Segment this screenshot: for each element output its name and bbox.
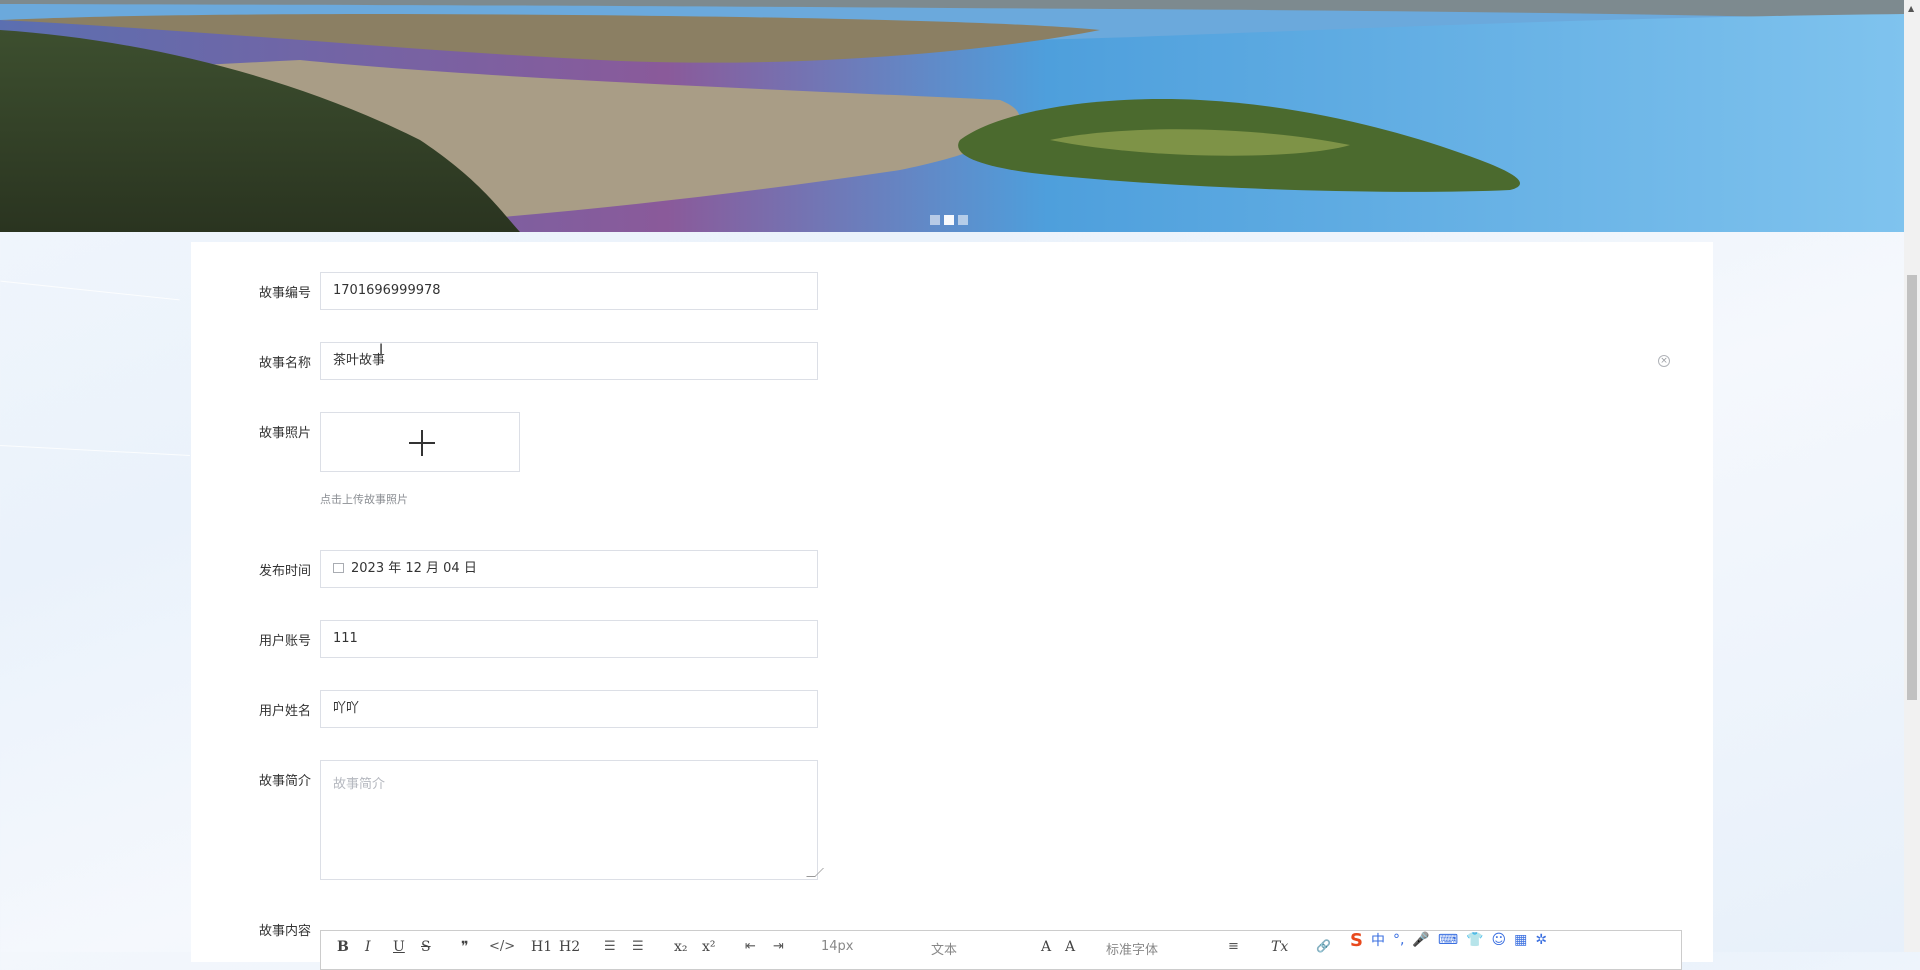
story-intro-textarea[interactable]: 故事简介: [320, 760, 824, 880]
quote-button[interactable]: ❞: [461, 939, 469, 955]
settings-icon[interactable]: ✲: [1535, 932, 1547, 948]
text-color-button[interactable]: A: [1041, 939, 1051, 955]
emoji-icon[interactable]: ☺: [1492, 932, 1507, 948]
user-account-input[interactable]: 111: [320, 620, 818, 658]
text-cursor-icon: I: [379, 342, 384, 358]
microphone-icon[interactable]: 🎤: [1412, 932, 1429, 948]
publish-date-value: 2023 年 12 月 04 日: [351, 561, 477, 576]
sogou-logo-icon[interactable]: S: [1350, 930, 1363, 951]
scrollbar-thumb[interactable]: [1907, 275, 1917, 700]
story-content-label: 故事内容: [258, 924, 311, 939]
clean-format-button[interactable]: Tx: [1271, 939, 1288, 955]
plus-icon-vertical: [421, 430, 423, 456]
ime-toolbar[interactable]: S 中 °, 🎤 ⌨ 👕 ☺ ▦ ✲: [1350, 928, 1547, 952]
carousel-dot[interactable]: [930, 215, 940, 225]
user-name-label: 用户姓名: [258, 704, 311, 719]
story-photo-label: 故事照片: [258, 426, 311, 441]
keyboard-icon[interactable]: ⌨: [1438, 932, 1458, 948]
banner-carousel: [0, 0, 1904, 232]
background-streak: [0, 445, 190, 456]
story-intro-label: 故事简介: [258, 774, 311, 789]
photo-upload-button[interactable]: [320, 412, 520, 472]
background-color-button[interactable]: A: [1065, 939, 1075, 955]
h1-button[interactable]: H1: [531, 939, 552, 955]
carousel-dot[interactable]: [958, 215, 968, 225]
story-no-input[interactable]: 1701696999978: [320, 272, 818, 310]
story-no-label: 故事编号: [258, 286, 311, 301]
user-account-label: 用户账号: [258, 634, 311, 649]
background-streak: [0, 280, 180, 301]
story-form: 故事编号 1701696999978 故事名称 茶叶故事 × 故事照片 点击上传…: [191, 242, 1713, 970]
bold-button[interactable]: B: [337, 939, 349, 955]
subscript-button[interactable]: x₂: [674, 939, 688, 955]
strike-button[interactable]: S: [421, 939, 431, 955]
upload-hint: 点击上传故事照片: [320, 493, 408, 506]
story-name-input[interactable]: 茶叶故事: [320, 342, 818, 380]
banner-landscape-image: [0, 0, 1904, 232]
superscript-button[interactable]: x²: [702, 939, 716, 955]
vertical-scrollbar[interactable]: ▲: [1904, 0, 1920, 952]
font-family-select[interactable]: 标准字体: [1106, 939, 1158, 958]
ime-mode-chinese[interactable]: 中: [1371, 930, 1385, 950]
story-intro-placeholder: 故事简介: [333, 777, 386, 792]
user-name-input[interactable]: 吖吖: [320, 690, 818, 728]
toolbox-icon[interactable]: ▦: [1514, 932, 1527, 948]
heading-select[interactable]: 文本: [931, 939, 957, 958]
story-name-label: 故事名称: [258, 356, 311, 371]
h2-button[interactable]: H2: [559, 939, 580, 955]
skin-icon[interactable]: 👕: [1466, 932, 1483, 948]
publish-date-picker[interactable]: 2023 年 12 月 04 日: [320, 550, 818, 588]
italic-button[interactable]: I: [365, 939, 371, 955]
link-button[interactable]: 🔗: [1316, 939, 1331, 953]
publish-time-label: 发布时间: [258, 564, 311, 579]
calendar-icon: [333, 562, 344, 573]
circle-x-icon[interactable]: ×: [1658, 355, 1670, 367]
carousel-indicators: [930, 215, 968, 225]
ime-punctuation-icon[interactable]: °,: [1393, 932, 1404, 948]
carousel-dot-active[interactable]: [944, 215, 954, 225]
resize-handle-icon[interactable]: [806, 868, 824, 877]
underline-button[interactable]: U: [393, 939, 405, 955]
scroll-up-arrow-icon[interactable]: ▲: [1908, 4, 1914, 13]
